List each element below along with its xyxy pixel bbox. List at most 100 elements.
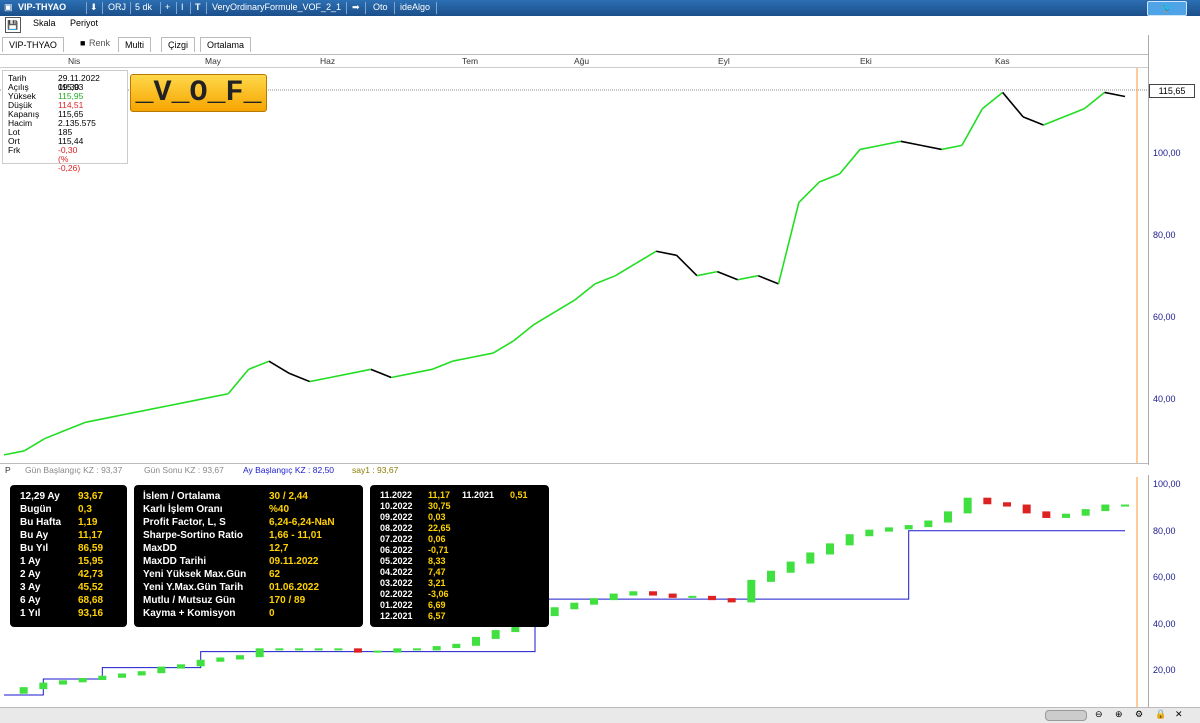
menu-scale[interactable]: Skala [33,18,56,28]
price-segment [981,91,1004,110]
stat-label: Sharpe-Sortino Ratio [143,530,244,541]
perf-row: 12,29 Ay [20,491,60,502]
equity-bar [649,591,657,596]
price-segment [370,368,392,379]
type-label[interactable]: ORJ [108,2,126,12]
equity-bar [944,511,952,523]
prev-year-value: 0,51 [510,490,528,500]
stat-label: Yeni Y.Max.Gün Tarih [143,582,244,593]
formula-name[interactable]: VeryOrdinaryFormule_VOF_2_1 [212,2,341,12]
equity-bar [786,561,795,573]
price-segment [391,372,412,379]
y-tick-label: 80,00 [1153,526,1176,536]
stat-value: 01.06.2022 [269,582,320,593]
stat-value: %40 [269,504,290,515]
tab-symbol[interactable]: VIP-THYAO [2,37,64,52]
equity-bar [609,593,618,601]
equity-bar [668,593,677,598]
equity-bar [491,630,500,639]
text-tool-icon[interactable]: T [195,2,201,12]
price-segment [615,262,637,277]
price-segment [1043,116,1065,126]
month-label: Tem [462,56,479,66]
price-segment [3,449,25,456]
price-segment [329,372,351,379]
info-row-change: Frk -0,30 (% -0,26) [8,145,81,173]
add-icon[interactable]: + [165,2,170,12]
equity-bar [393,648,402,653]
equity-bar [334,648,343,651]
lock-icon[interactable]: 🔒 [1155,709,1166,720]
tab-average[interactable]: Ortalama [200,37,252,52]
twitter-icon[interactable]: 🐦 [1147,1,1187,16]
price-segment [737,274,759,281]
title-bar: ▣ VIP-THYAO ⬇ ORJ 5 dk + I T VeryOrdinar… [0,0,1200,16]
equity-bar [1101,504,1110,512]
horizontal-scrollbar[interactable] [1045,710,1087,721]
settings-icon[interactable]: ⚙ [1135,709,1143,720]
price-segment [85,417,107,424]
price-segment [166,401,188,407]
close-icon[interactable]: ✕ [1175,709,1183,720]
menu-period[interactable]: Periyot [70,18,98,28]
save-icon[interactable]: 💾 [5,17,21,33]
price-chart[interactable] [0,68,1148,463]
price-segment [757,274,779,285]
perf-row: Bu Ay [20,530,49,541]
month-label: May [205,56,222,66]
equity-bar [1062,513,1070,518]
tab-color[interactable]: Renk [89,38,110,48]
equity-bar [747,579,756,603]
arrow-right-icon[interactable]: ➡ [352,2,360,13]
equity-bar [157,666,166,674]
cursor-icon[interactable]: I [181,2,184,12]
stat-value: 1,66 - 11,01 [269,530,322,541]
equity-bar [177,664,185,669]
equity-bar [39,682,48,690]
stat-label: MaxDD Tarihi [143,556,207,567]
price-segment [44,429,66,440]
symbol-name[interactable]: VIP-THYAO [18,2,66,12]
tab-line[interactable]: Çizgi [161,37,196,52]
price-segment [1083,91,1106,110]
price-segment [513,323,535,342]
equity-bar [413,648,421,651]
price-segment [146,405,168,411]
price-segment [350,368,372,375]
download-icon[interactable]: ⬇ [90,2,98,13]
perf-row: 6 Ay [20,595,41,606]
price-segment [839,148,861,175]
price-segment [289,372,311,383]
equity-bar [354,648,362,653]
tab-bar: VIP-THYAO ■ Renk Multi Çizgi Ortalama [0,34,1150,55]
color-swatch-icon[interactable]: ■ [80,38,85,48]
perf-row: 2 Ay [20,569,41,580]
y-tick-label: 60,00 [1153,312,1176,322]
month-label: 12.2021 [380,611,413,621]
equity-bar [472,636,480,646]
stat-label: Mutlu / Mutsuz Gün [143,595,236,606]
stat-value: 12,7 [269,543,289,554]
equity-bar [1081,509,1090,516]
prev-year-label: 11.2021 [462,490,495,500]
zoom-out-icon[interactable]: ⊖ [1095,709,1103,720]
zoom-in-icon[interactable]: ⊕ [1115,709,1123,720]
tab-multi[interactable]: Multi [118,37,152,52]
month-start-kz: Ay Başlangıç KZ : 82,50 [243,465,335,475]
equity-bar [570,602,579,610]
price-segment [126,409,147,415]
price-segment [553,299,576,314]
mode-label[interactable]: Oto [373,2,388,12]
price-segment [309,376,331,383]
price-segment [411,368,433,375]
status-line: P Gün Başlangıç KZ : 93,37 Gün Sonu KZ :… [0,463,1148,476]
price-segment [268,360,290,375]
period-label[interactable]: 5 dk [135,2,152,12]
price-segment [1002,91,1024,118]
month-label: Nis [68,56,81,66]
price-axis: 100,00 80,00 60,00 40,00 [1148,35,1200,465]
price-segment [64,421,86,432]
window-icon: ▣ [4,2,13,12]
app-label[interactable]: ideAlgo [400,2,430,12]
price-segment [431,360,453,371]
